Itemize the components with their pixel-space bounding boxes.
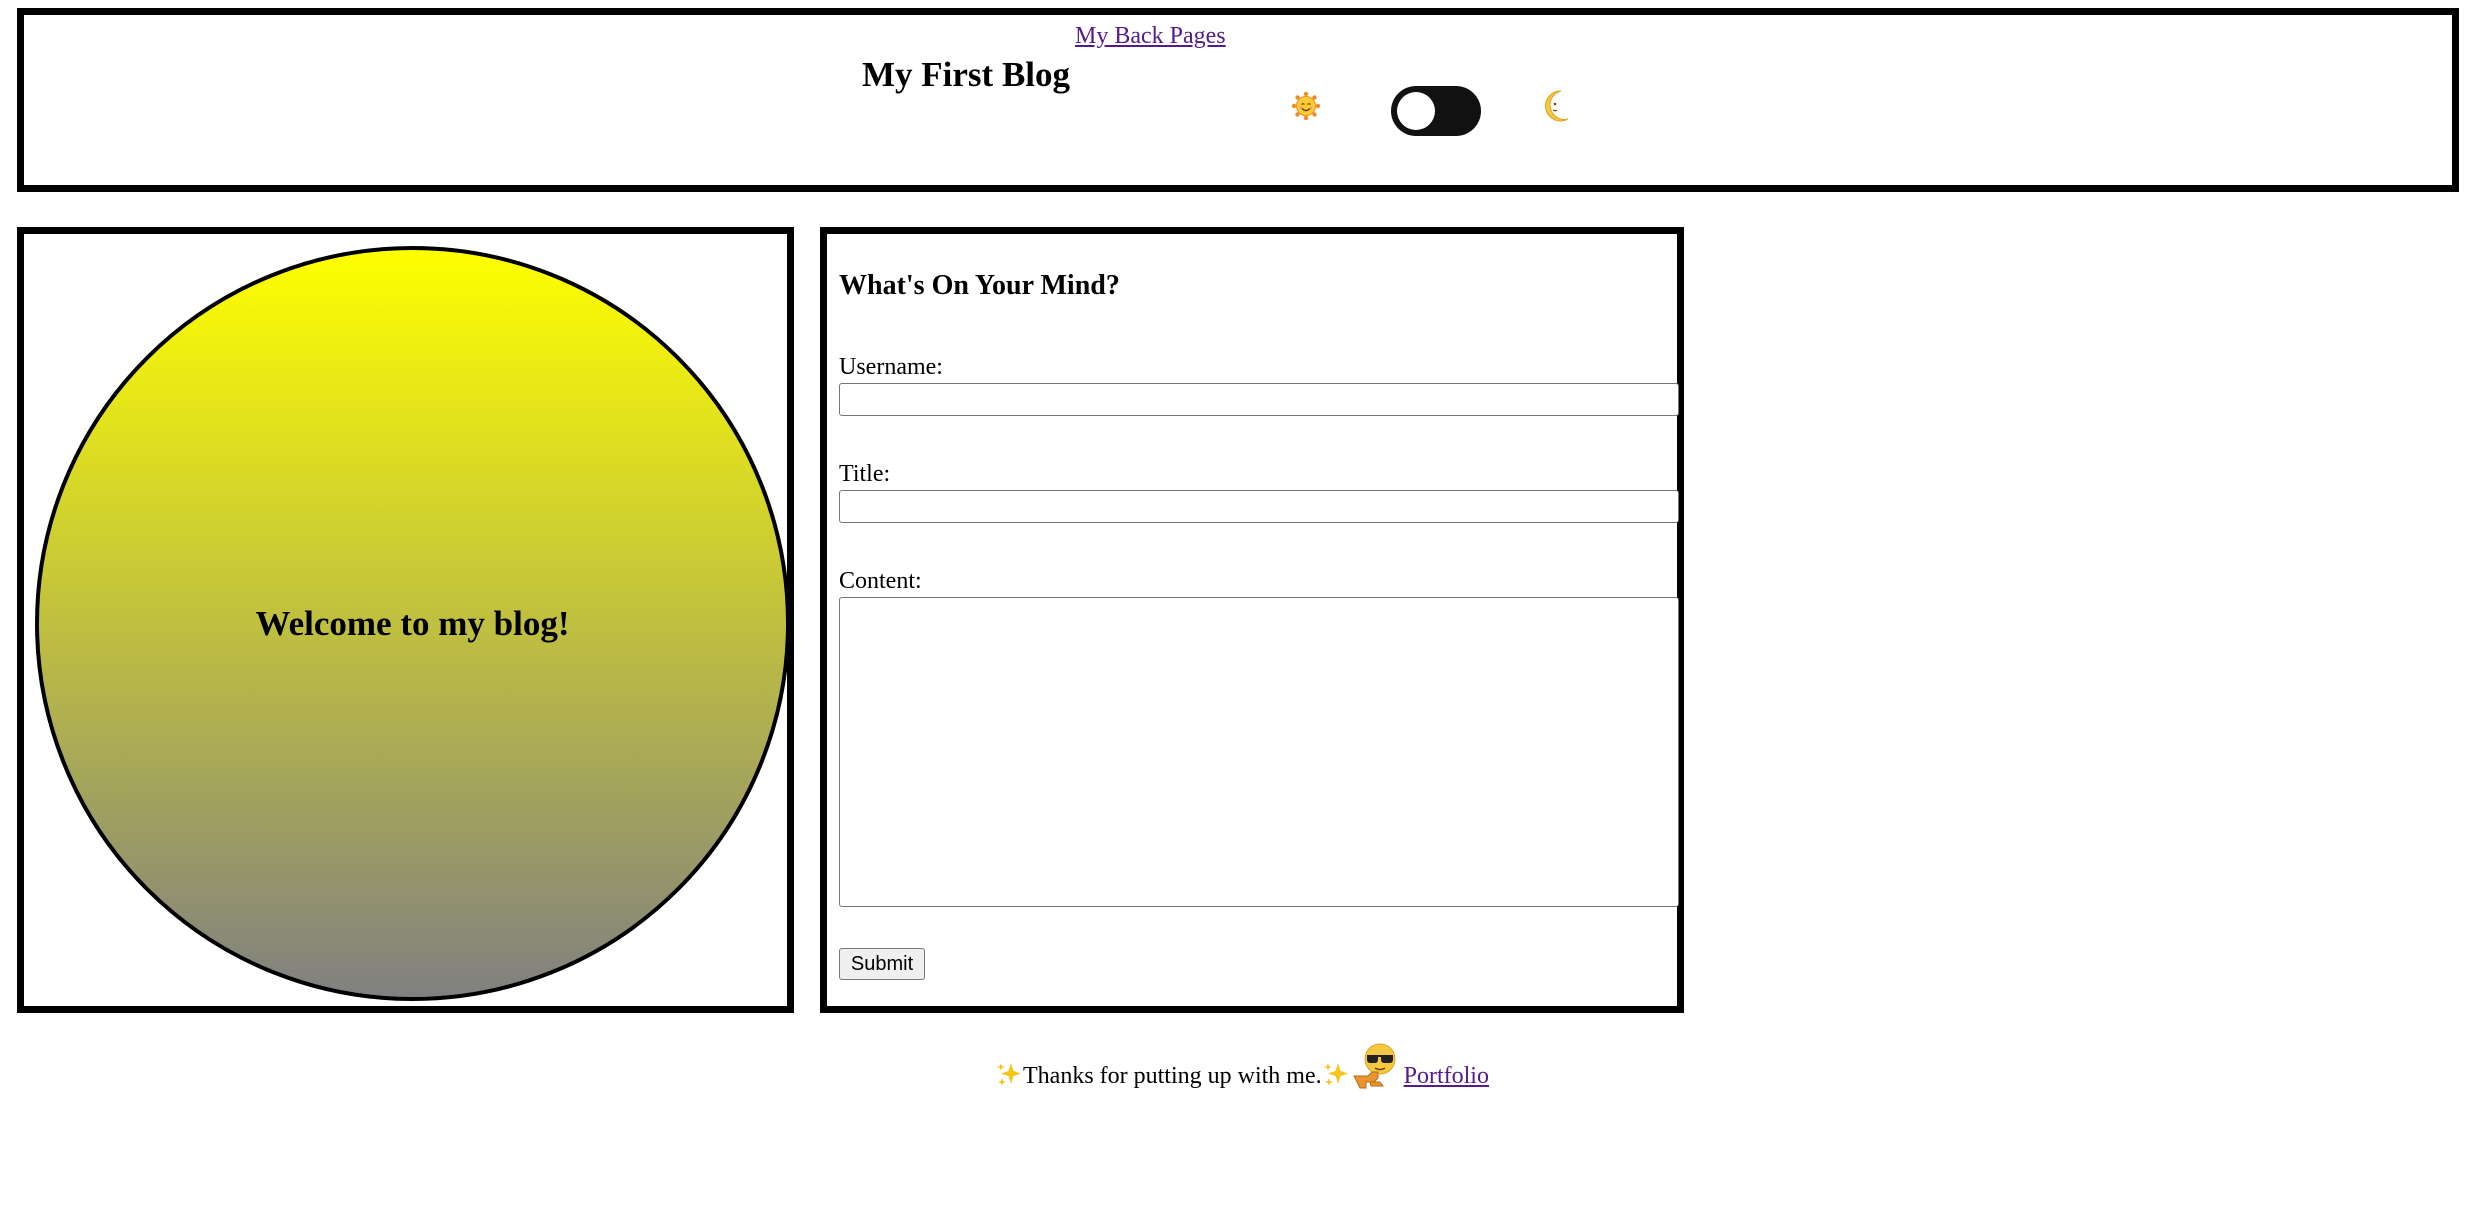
toggle-knob (1397, 92, 1435, 130)
theme-toggle[interactable] (1391, 86, 1481, 136)
welcome-panel: Welcome to my blog! (17, 227, 794, 1013)
back-pages-link[interactable]: My Back Pages (1075, 23, 1226, 50)
welcome-heading: Welcome to my blog! (255, 603, 570, 643)
site-header: My Back Pages My First Blog (17, 8, 2459, 192)
submit-button[interactable]: Submit (839, 948, 925, 980)
welcome-circle: Welcome to my blog! (35, 246, 790, 1001)
sparkles-icon (997, 1063, 1021, 1086)
sparkles-icon (1323, 1063, 1348, 1086)
moon-icon (1545, 90, 1569, 122)
post-form-panel: What's On Your Mind? Username: Title: Co… (820, 227, 1684, 1013)
username-input[interactable] (839, 383, 1679, 416)
blog-title: My First Blog (862, 55, 1071, 94)
content-textarea[interactable] (839, 597, 1679, 907)
title-label: Title: (839, 461, 891, 487)
portfolio-link[interactable]: Portfolio (1404, 1063, 1489, 1090)
sun-icon (1291, 91, 1321, 121)
sunglasses-pointing-icon (1352, 1043, 1396, 1089)
form-heading: What's On Your Mind? (839, 270, 1120, 301)
site-footer: Thanks for putting up with me. Portfolio (995, 1030, 1489, 1090)
username-label: Username: (839, 354, 943, 380)
title-input[interactable] (839, 490, 1679, 523)
thanks-text: Thanks for putting up with me. (1023, 1063, 1322, 1089)
content-label: Content: (839, 568, 922, 594)
